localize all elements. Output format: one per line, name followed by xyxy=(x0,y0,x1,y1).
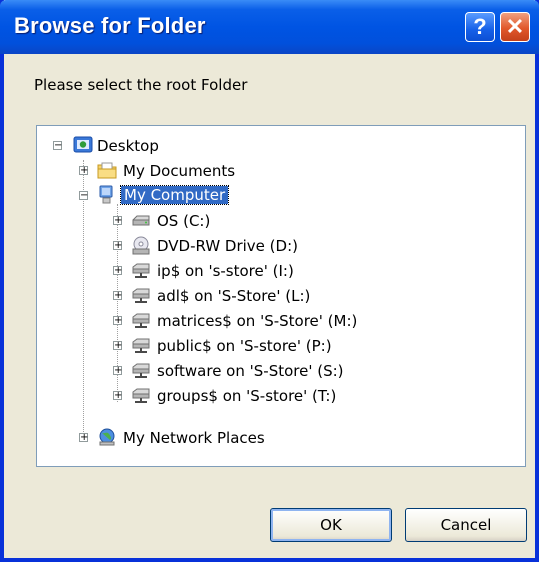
tree-item-label: Desktop xyxy=(97,137,159,155)
window-title: Browse for Folder xyxy=(14,13,206,38)
tree-item-drive[interactable]: + software on 'S-Store' (S:) xyxy=(37,360,517,382)
close-icon: ✕ xyxy=(505,14,525,39)
close-button[interactable]: ✕ xyxy=(500,12,530,42)
expand-toggle[interactable]: + xyxy=(113,366,122,376)
tree-item-label: OS (C:) xyxy=(157,212,211,230)
tree-item-label: ip$ on 's-store' (I:) xyxy=(157,262,294,280)
network-drive-icon xyxy=(132,313,150,328)
prompt-label: Please select the root Folder xyxy=(34,76,248,94)
expand-toggle[interactable]: + xyxy=(113,316,122,326)
tree-item-drive[interactable]: + public$ on 'S-store' (P:) xyxy=(37,335,517,357)
expand-toggle[interactable]: + xyxy=(113,266,122,276)
tree-item-drive[interactable]: + ip$ on 's-store' (I:) xyxy=(37,260,517,282)
dvd-drive-icon xyxy=(132,236,150,255)
tree-item-drive[interactable]: + OS (C:) xyxy=(37,210,517,232)
collapse-toggle[interactable]: − xyxy=(53,141,62,151)
tree-item-label: My Network Places xyxy=(123,429,265,447)
browse-folder-dialog: Browse for Folder ? ✕ Please select the … xyxy=(0,0,539,562)
tree-item-my-documents[interactable]: + My Documents xyxy=(37,160,517,182)
ok-button[interactable]: OK xyxy=(270,508,392,542)
tree-item-drive[interactable]: + groups$ on 'S-store' (T:) xyxy=(37,385,517,407)
tree-item-label: matrices$ on 'S-Store' (M:) xyxy=(157,312,358,330)
tree-item-drive[interactable]: + adl$ on 'S-Store' (L:) xyxy=(37,285,517,307)
tree-item-desktop[interactable]: − Desktop xyxy=(37,135,517,157)
documents-folder-icon xyxy=(97,162,117,179)
network-places-icon xyxy=(99,428,115,446)
tree-item-label: DVD-RW Drive (D:) xyxy=(157,237,298,255)
network-drive-icon xyxy=(132,288,150,303)
tree-item-label: groups$ on 'S-store' (T:) xyxy=(157,387,337,405)
tree-item-drive[interactable]: + DVD-RW Drive (D:) xyxy=(37,235,517,257)
expand-toggle[interactable]: + xyxy=(113,241,122,251)
collapse-toggle[interactable]: − xyxy=(79,191,88,201)
tree-item-label: public$ on 'S-store' (P:) xyxy=(157,337,332,355)
tree-item-label: software on 'S-Store' (S:) xyxy=(157,362,344,380)
tree-item-label: adl$ on 'S-Store' (L:) xyxy=(157,287,311,305)
network-drive-icon xyxy=(132,338,150,353)
folder-tree[interactable]: − Desktop + My Documents − My Computer +… xyxy=(36,125,526,467)
computer-icon xyxy=(99,185,113,204)
title-bar[interactable]: Browse for Folder ? ✕ xyxy=(0,0,539,54)
network-drive-icon xyxy=(132,388,150,403)
tree-item-my-network-places[interactable]: + My Network Places xyxy=(37,427,517,449)
hard-drive-icon xyxy=(132,215,150,226)
tree-item-label-selected: My Computer xyxy=(119,185,230,205)
desktop-icon xyxy=(73,136,93,153)
network-drive-icon xyxy=(132,363,150,378)
cancel-button[interactable]: Cancel xyxy=(405,508,527,542)
tree-item-my-computer[interactable]: − My Computer xyxy=(37,185,517,207)
tree-item-drive[interactable]: + matrices$ on 'S-Store' (M:) xyxy=(37,310,517,332)
expand-toggle[interactable]: + xyxy=(79,166,88,176)
help-icon: ? xyxy=(473,14,487,39)
expand-toggle[interactable]: + xyxy=(113,291,122,301)
expand-toggle[interactable]: + xyxy=(79,433,88,443)
tree-item-label: My Documents xyxy=(123,162,236,180)
expand-toggle[interactable]: + xyxy=(113,216,122,226)
expand-toggle[interactable]: + xyxy=(113,391,122,401)
network-drive-icon xyxy=(132,263,150,278)
help-button[interactable]: ? xyxy=(465,12,495,42)
expand-toggle[interactable]: + xyxy=(113,341,122,351)
